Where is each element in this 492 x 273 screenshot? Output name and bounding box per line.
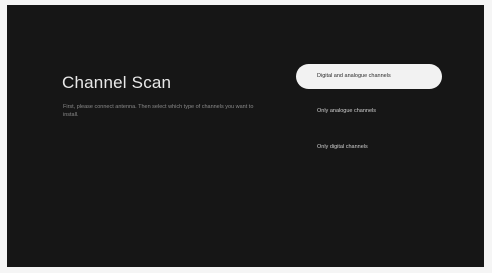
option-only-analogue[interactable]: Only analogue channels bbox=[296, 99, 442, 124]
option-label: Only digital channels bbox=[317, 144, 368, 151]
option-label: Digital and analogue channels bbox=[317, 73, 391, 80]
option-only-digital[interactable]: Only digital channels bbox=[296, 135, 442, 160]
option-digital-and-analogue[interactable]: Digital and analogue channels bbox=[296, 64, 442, 89]
channel-scan-screen: Channel Scan First, please connect anten… bbox=[7, 5, 484, 267]
option-label: Only analogue channels bbox=[317, 108, 377, 115]
page-title: Channel Scan bbox=[62, 73, 172, 92]
page-description: First, please connect antenna. Then sele… bbox=[63, 104, 254, 118]
channel-type-options: Digital and analogue channels Only analo… bbox=[296, 64, 442, 160]
